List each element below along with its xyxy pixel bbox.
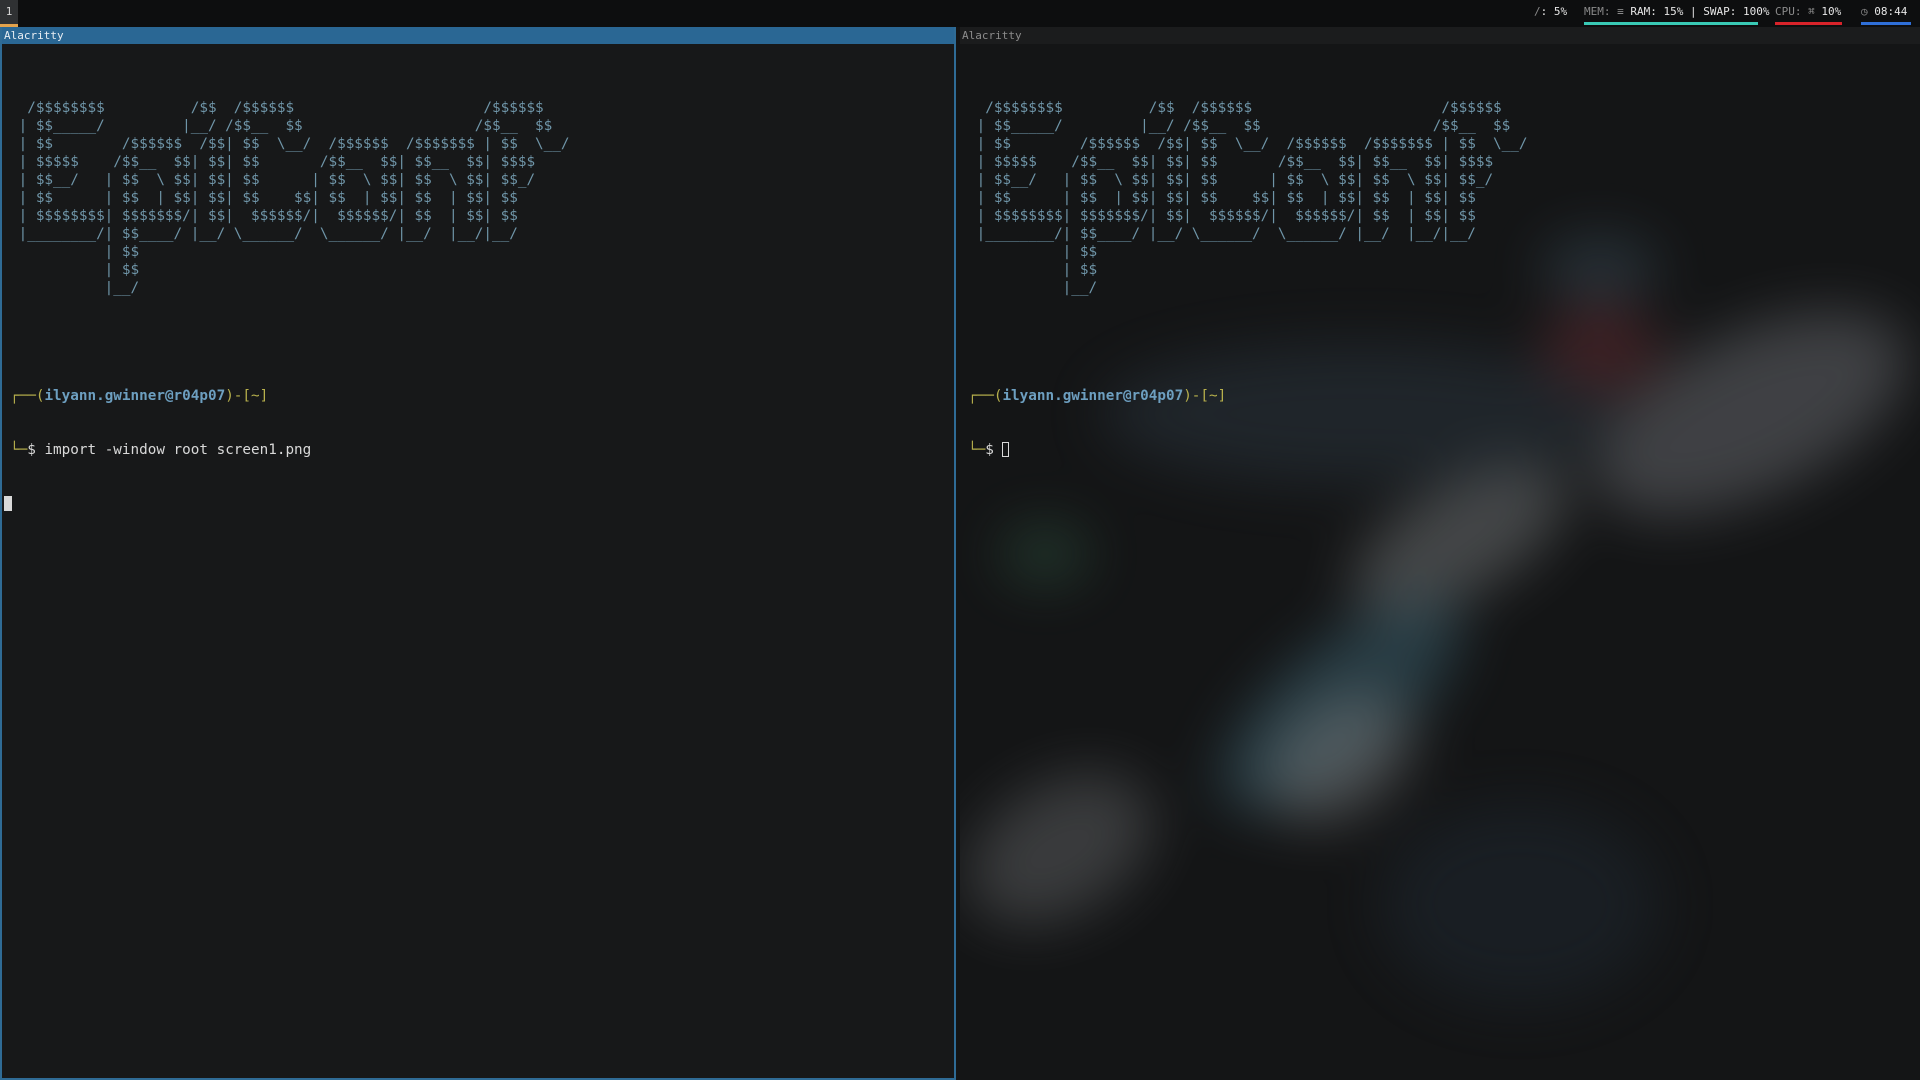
clock-underline: [1861, 22, 1911, 25]
prompt-separator: )-[: [1183, 388, 1210, 404]
disk-icon: /: [1534, 5, 1541, 18]
prompt-frame-bottom: └─: [10, 442, 28, 458]
cpu-value: 10%: [1821, 5, 1842, 18]
cpu-module: CPU: ⌘ 10%: [1775, 0, 1842, 25]
clock-module: ◷ 08:44: [1861, 0, 1911, 25]
window-title[interactable]: Alacritty: [2, 27, 954, 44]
prompt-frame-bottom: └─: [968, 442, 986, 458]
memory-icon: ≡: [1617, 5, 1624, 18]
prompt-frame: ┌──(: [10, 388, 45, 404]
cpu-underline: [1775, 22, 1842, 25]
cpu-label: CPU:: [1775, 5, 1802, 18]
terminal-window-left[interactable]: Alacritty /$$$$$$$$ /$$ /$$$$$$ /$$$$$$ …: [0, 27, 956, 1080]
prompt-user-host: ilyann.gwinner@r04p07: [44, 388, 226, 404]
terminal-window-right[interactable]: Alacritty /$$$$$$$$ /$$ /$$$$$$ /$$$$$$ …: [960, 27, 1920, 1080]
clock-value: 08:44: [1874, 5, 1908, 18]
ascii-banner: /$$$$$$$$ /$$ /$$$$$$ /$$$$$$ | $$_____/…: [18, 100, 570, 296]
output-line: [4, 495, 569, 513]
prompt-directory: ~: [1209, 388, 1218, 404]
prompt-header: ┌──(ilyann.gwinner@r04p07)-[~]: [968, 387, 1527, 405]
disk-value: : 5%: [1540, 5, 1568, 18]
workspace-button-1[interactable]: 1: [0, 0, 18, 27]
disk-module: /: 5%: [1534, 0, 1567, 24]
memory-module: MEM: ≡ RAM: 15% | SWAP: 100%: [1584, 0, 1769, 25]
typed-command: import -window root screen1.png: [44, 442, 312, 458]
terminal-content[interactable]: /$$$$$$$$ /$$ /$$$$$$ /$$$$$$ | $$_____/…: [968, 63, 1527, 495]
memory-value: RAM: 15% | SWAP: 100%: [1630, 5, 1770, 18]
prompt-separator: )-[: [225, 388, 252, 404]
prompt-close: ]: [259, 388, 269, 404]
status-bar: 1 /: 5% MEM: ≡ RAM: 15% | SWAP: 100% CPU…: [0, 0, 1920, 27]
window-title[interactable]: Alacritty: [960, 27, 1920, 44]
text-cursor: [1002, 442, 1010, 457]
command-line[interactable]: └─$: [968, 441, 1527, 459]
text-cursor: [4, 496, 12, 511]
clock-icon: ◷: [1861, 5, 1868, 18]
memory-label: MEM:: [1584, 5, 1611, 18]
prompt-user-host: ilyann.gwinner@r04p07: [1002, 388, 1184, 404]
prompt-symbol: $: [985, 442, 1003, 458]
cpu-icon: ⌘: [1808, 5, 1815, 18]
command-line[interactable]: └─$ import -window root screen1.png: [10, 441, 569, 459]
prompt-close: ]: [1217, 388, 1227, 404]
prompt-header: ┌──(ilyann.gwinner@r04p07)-[~]: [10, 387, 569, 405]
prompt-frame: ┌──(: [968, 388, 1003, 404]
prompt-directory: ~: [251, 388, 260, 404]
prompt-symbol: $: [27, 442, 45, 458]
terminal-content[interactable]: /$$$$$$$$ /$$ /$$$$$$ /$$$$$$ | $$_____/…: [4, 63, 570, 549]
memory-underline: [1584, 22, 1758, 25]
ascii-banner: /$$$$$$$$ /$$ /$$$$$$ /$$$$$$ | $$_____/…: [976, 100, 1528, 296]
